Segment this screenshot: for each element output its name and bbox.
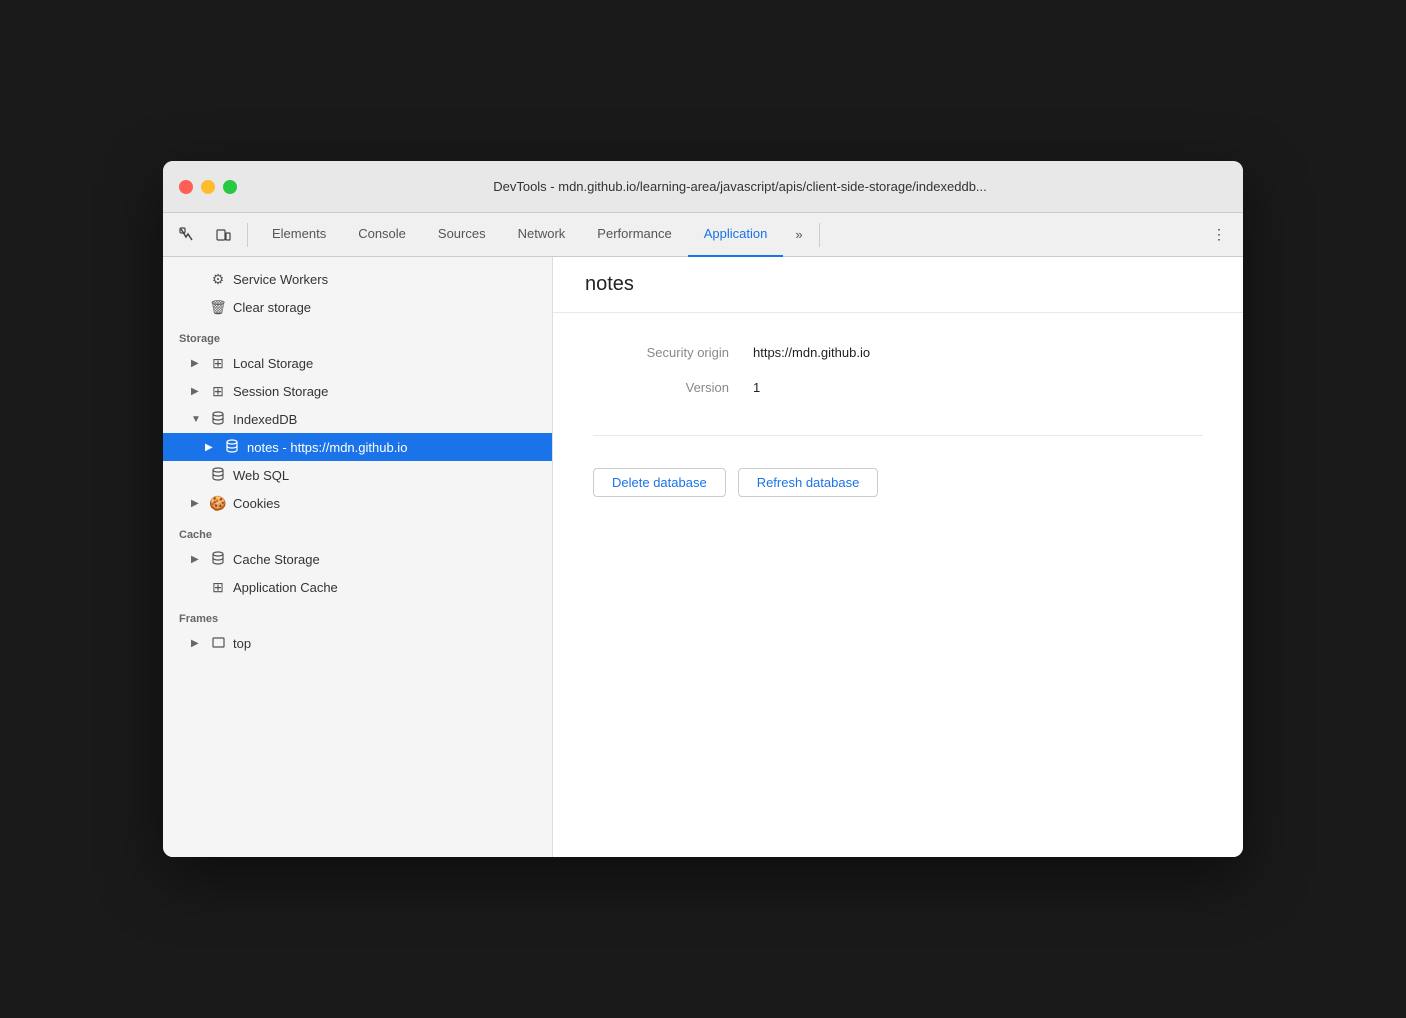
sidebar-item-label: Session Storage: [233, 384, 544, 399]
content-divider: [593, 435, 1203, 436]
security-origin-row: Security origin https://mdn.github.io: [593, 345, 1203, 360]
database-icon: [223, 439, 241, 456]
devtools-window: DevTools - mdn.github.io/learning-area/j…: [163, 161, 1243, 857]
content-header: notes: [553, 257, 1243, 313]
sidebar-item-label: Service Workers: [233, 272, 544, 287]
security-origin-value: https://mdn.github.io: [753, 345, 870, 360]
service-workers-icon: ⚙: [209, 271, 227, 288]
traffic-lights: [179, 180, 237, 194]
toolbar-divider-1: [247, 223, 248, 247]
sidebar-item-label: Cache Storage: [233, 552, 544, 567]
action-buttons: Delete database Refresh database: [593, 468, 1203, 497]
sidebar-item-label: Local Storage: [233, 356, 544, 371]
close-button[interactable]: [179, 180, 193, 194]
sidebar-item-clear-storage[interactable]: 🗑 Clear storage: [163, 293, 552, 321]
sidebar-item-label: Application Cache: [233, 580, 544, 595]
content-body: Security origin https://mdn.github.io Ve…: [553, 313, 1243, 529]
toolbar-tabs: Elements Console Sources Network Perform…: [256, 213, 783, 257]
trash-icon: 🗑: [209, 299, 227, 316]
toolbar: Elements Console Sources Network Perform…: [163, 213, 1243, 257]
sidebar-item-session-storage[interactable]: ▶ ⊞ Session Storage: [163, 377, 552, 405]
sidebar-item-app-cache[interactable]: ⊞ Application Cache: [163, 573, 552, 601]
inspector-button[interactable]: [171, 219, 203, 251]
main-content: ⚙ Service Workers 🗑 Clear storage Storag…: [163, 257, 1243, 857]
settings-menu-button[interactable]: ⋮: [1203, 219, 1235, 251]
tab-sources[interactable]: Sources: [422, 213, 502, 257]
database-icon: [209, 467, 227, 484]
version-row: Version 1: [593, 380, 1203, 395]
sidebar-item-label: Cookies: [233, 496, 544, 511]
sidebar-item-indexeddb[interactable]: ▼ IndexedDB: [163, 405, 552, 433]
tab-network[interactable]: Network: [502, 213, 582, 257]
tab-console[interactable]: Console: [342, 213, 422, 257]
page-title: notes: [585, 273, 1211, 296]
grid-icon: ⊞: [209, 383, 227, 400]
minimize-button[interactable]: [201, 180, 215, 194]
sidebar-item-label: Clear storage: [233, 300, 544, 315]
content-panel: notes Security origin https://mdn.github…: [553, 257, 1243, 857]
storage-section-label: Storage: [163, 321, 552, 349]
sidebar-item-label: notes - https://mdn.github.io: [247, 440, 544, 455]
sidebar-item-cache-storage[interactable]: ▶ Cache Storage: [163, 545, 552, 573]
arrow-icon: ▶: [191, 498, 201, 509]
sidebar-item-label: Web SQL: [233, 468, 544, 483]
toolbar-divider-2: [819, 223, 820, 247]
device-toggle-button[interactable]: [207, 219, 239, 251]
sidebar: ⚙ Service Workers 🗑 Clear storage Storag…: [163, 257, 553, 857]
cache-section-label: Cache: [163, 517, 552, 545]
sidebar-item-notes-db[interactable]: ▶ notes - https://mdn.github.io: [163, 433, 552, 461]
delete-database-button[interactable]: Delete database: [593, 468, 726, 497]
version-label: Version: [593, 380, 753, 395]
security-origin-label: Security origin: [593, 345, 753, 360]
toolbar-end: ⋮: [1203, 219, 1235, 251]
grid-icon: ⊞: [209, 355, 227, 372]
arrow-icon: ▶: [191, 638, 201, 649]
database-icon: [209, 411, 227, 428]
tab-application[interactable]: Application: [688, 213, 784, 257]
sidebar-item-top-frame[interactable]: ▶ top: [163, 629, 552, 657]
sidebar-item-cookies[interactable]: ▶ 🍪 Cookies: [163, 489, 552, 517]
arrow-icon: ▶: [191, 386, 201, 397]
arrow-icon: ▶: [191, 358, 201, 369]
sidebar-item-service-workers[interactable]: ⚙ Service Workers: [163, 265, 552, 293]
more-tabs-button[interactable]: »: [787, 227, 810, 242]
window-title: DevTools - mdn.github.io/learning-area/j…: [253, 179, 1227, 194]
sidebar-item-label: top: [233, 636, 544, 651]
version-value: 1: [753, 380, 760, 395]
arrow-icon: ▶: [205, 442, 215, 453]
cookie-icon: 🍪: [209, 495, 227, 512]
title-bar: DevTools - mdn.github.io/learning-area/j…: [163, 161, 1243, 213]
tab-performance[interactable]: Performance: [581, 213, 687, 257]
sidebar-item-local-storage[interactable]: ▶ ⊞ Local Storage: [163, 349, 552, 377]
grid-icon: ⊞: [209, 579, 227, 596]
refresh-database-button[interactable]: Refresh database: [738, 468, 879, 497]
arrow-icon: ▶: [191, 554, 201, 565]
tab-elements[interactable]: Elements: [256, 213, 342, 257]
maximize-button[interactable]: [223, 180, 237, 194]
sidebar-item-label: IndexedDB: [233, 412, 544, 427]
frames-section-label: Frames: [163, 601, 552, 629]
frame-icon: [209, 635, 227, 651]
sidebar-item-web-sql[interactable]: Web SQL: [163, 461, 552, 489]
db-info-table: Security origin https://mdn.github.io Ve…: [593, 345, 1203, 395]
arrow-icon: ▼: [191, 414, 201, 425]
database-icon: [209, 551, 227, 568]
